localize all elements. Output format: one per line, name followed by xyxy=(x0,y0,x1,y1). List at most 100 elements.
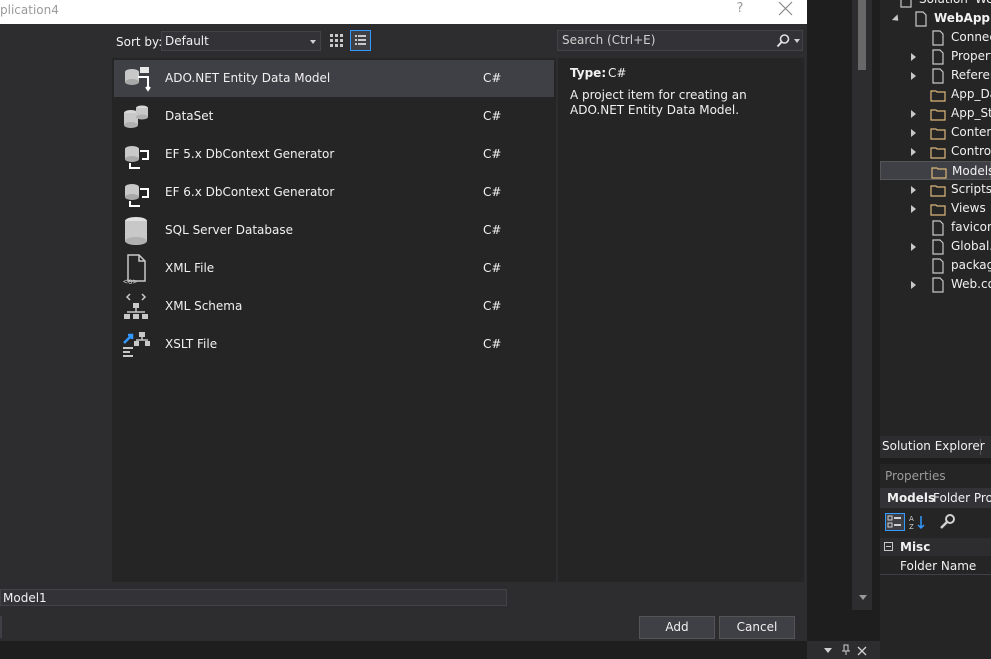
file-icon xyxy=(930,68,946,84)
file-icon xyxy=(930,220,946,236)
template-name: XSLT File xyxy=(165,337,218,351)
scrollbar-thumb[interactable] xyxy=(858,0,866,70)
help-button[interactable]: ? xyxy=(733,1,747,19)
expand-arrow-icon[interactable] xyxy=(911,243,916,251)
template-language: C# xyxy=(483,223,502,237)
object-type: Folder Prop xyxy=(933,491,991,505)
xslt-file-icon xyxy=(120,329,152,361)
properties-object-selector[interactable]: Models Folder Prop xyxy=(880,488,991,508)
expand-arrow-icon[interactable] xyxy=(911,148,916,156)
solution-explorer-item-label: Solution 'Web... xyxy=(919,0,991,6)
dialog-title: plication4 xyxy=(0,3,59,17)
chevron-down-icon xyxy=(310,40,316,44)
editor-vertical-scrollbar[interactable] xyxy=(852,0,872,610)
add-button[interactable]: Add xyxy=(639,616,715,639)
close-icon[interactable] xyxy=(856,645,868,657)
solution-explorer-item[interactable]: App_Da xyxy=(880,85,991,104)
template-item[interactable]: XML Schema C# xyxy=(114,288,554,325)
name-label-edge xyxy=(0,616,2,638)
template-item[interactable]: XSLT File C# xyxy=(114,326,554,363)
property-row-folder-name[interactable]: Folder Name xyxy=(880,556,991,575)
solution-explorer-item-label: Referen xyxy=(951,68,991,82)
solution-explorer-item[interactable]: Connec xyxy=(880,28,991,47)
property-label: Folder Name xyxy=(900,559,977,573)
template-language: C# xyxy=(483,261,502,275)
solution-explorer-item[interactable]: Views xyxy=(880,199,991,218)
tab-team-explorer[interactable] xyxy=(980,439,991,455)
file-icon xyxy=(930,258,946,274)
solution-explorer-item[interactable]: Global.a xyxy=(880,237,991,256)
scroll-down-icon[interactable] xyxy=(859,595,867,600)
template-language: C# xyxy=(483,185,502,199)
window-position-menu-icon[interactable] xyxy=(824,648,832,653)
template-item[interactable]: DataSet C# xyxy=(114,98,554,135)
object-name: Models xyxy=(887,491,936,505)
template-name: EF 6.x DbContext Generator xyxy=(165,185,335,199)
expand-arrow-icon[interactable] xyxy=(911,186,916,194)
dbcontext-generator-icon xyxy=(120,177,152,209)
template-description: A project item for creating an ADO.NET E… xyxy=(570,88,747,117)
folder-icon xyxy=(930,106,946,122)
expand-arrow-icon[interactable] xyxy=(911,205,916,213)
solution-explorer-item[interactable]: packag xyxy=(880,256,991,275)
pin-icon[interactable] xyxy=(840,644,852,656)
alphabetical-button[interactable]: A Z xyxy=(908,513,928,531)
property-pages-button[interactable] xyxy=(937,513,957,531)
solution-explorer-item-label: Propert xyxy=(951,49,991,63)
collapse-arrow-icon[interactable] xyxy=(891,14,902,24)
template-item[interactable]: EF 6.x DbContext Generator C# xyxy=(114,174,554,211)
sort-by-select[interactable]: Default xyxy=(161,31,321,51)
add-new-item-dialog: plication4 ? Sort by: Default Search (Ct… xyxy=(0,0,807,641)
expand-arrow-icon[interactable] xyxy=(911,281,916,289)
solution-explorer-item-label: App_Sta xyxy=(951,106,991,120)
template-item[interactable]: <o> XML File C# xyxy=(114,250,554,287)
search-icon[interactable] xyxy=(775,33,791,49)
template-language: C# xyxy=(483,299,502,313)
categorized-button[interactable] xyxy=(885,513,905,531)
list-view-button[interactable] xyxy=(350,30,371,51)
template-item[interactable]: SQL Server Database C# xyxy=(114,212,554,249)
folder-icon xyxy=(931,164,947,180)
solution-explorer-item[interactable]: App_Sta xyxy=(880,104,991,123)
solution-explorer-item[interactable]: WebApplic xyxy=(880,9,991,28)
template-item[interactable]: EF 5.x DbContext Generator C# xyxy=(114,136,554,173)
expand-arrow-icon[interactable] xyxy=(911,129,916,137)
solution-explorer-item[interactable]: Models xyxy=(880,161,991,180)
expand-arrow-icon[interactable] xyxy=(911,110,916,118)
template-details-pane: Type: C# A project item for creating an … xyxy=(558,58,804,582)
solution-explorer-item[interactable]: Web.co xyxy=(880,275,991,294)
file-icon xyxy=(930,49,946,65)
template-item[interactable]: ADO.NET Entity Data Model C# xyxy=(114,60,554,97)
file-icon xyxy=(930,239,946,255)
search-placeholder: Search (Ctrl+E) xyxy=(562,33,656,47)
solution-explorer-item[interactable]: favicon xyxy=(880,218,991,237)
small-icons-view-button[interactable] xyxy=(326,30,347,51)
solution-explorer-item-label: Scripts xyxy=(951,182,991,196)
template-language: C# xyxy=(483,71,502,85)
solution-explorer-item[interactable]: Propert xyxy=(880,47,991,66)
cancel-button[interactable]: Cancel xyxy=(719,616,795,639)
xml-file-icon: <o> xyxy=(120,253,152,286)
solution-explorer-item[interactable]: Solution 'Web... xyxy=(880,0,991,9)
property-category-misc[interactable]: Misc xyxy=(880,538,991,556)
chevron-down-icon[interactable] xyxy=(794,39,800,43)
collapse-icon[interactable] xyxy=(884,542,893,551)
expand-arrow-icon[interactable] xyxy=(911,53,916,61)
solution-explorer-item[interactable]: Control xyxy=(880,142,991,161)
solution-explorer-item[interactable]: Referen xyxy=(880,66,991,85)
item-name-input[interactable]: Model1 xyxy=(0,589,507,606)
dbcontext-generator-icon xyxy=(120,139,152,171)
svg-text:Z: Z xyxy=(909,523,914,531)
expand-arrow-icon[interactable] xyxy=(911,72,916,80)
sort-by-label: Sort by: xyxy=(116,35,163,49)
close-button[interactable] xyxy=(776,0,796,18)
solution-explorer-item[interactable]: Conten xyxy=(880,123,991,142)
search-installed-templates-input[interactable]: Search (Ctrl+E) xyxy=(557,30,803,51)
database-icon xyxy=(120,215,152,247)
solution-explorer-item[interactable]: Scripts xyxy=(880,180,991,199)
properties-toolbar: A Z xyxy=(880,510,991,534)
solution-explorer-item-label: Web.co xyxy=(951,277,991,291)
tab-solution-explorer[interactable]: Solution Explorer xyxy=(882,439,985,453)
xml-schema-icon xyxy=(120,291,152,323)
type-label: Type: xyxy=(570,66,607,80)
